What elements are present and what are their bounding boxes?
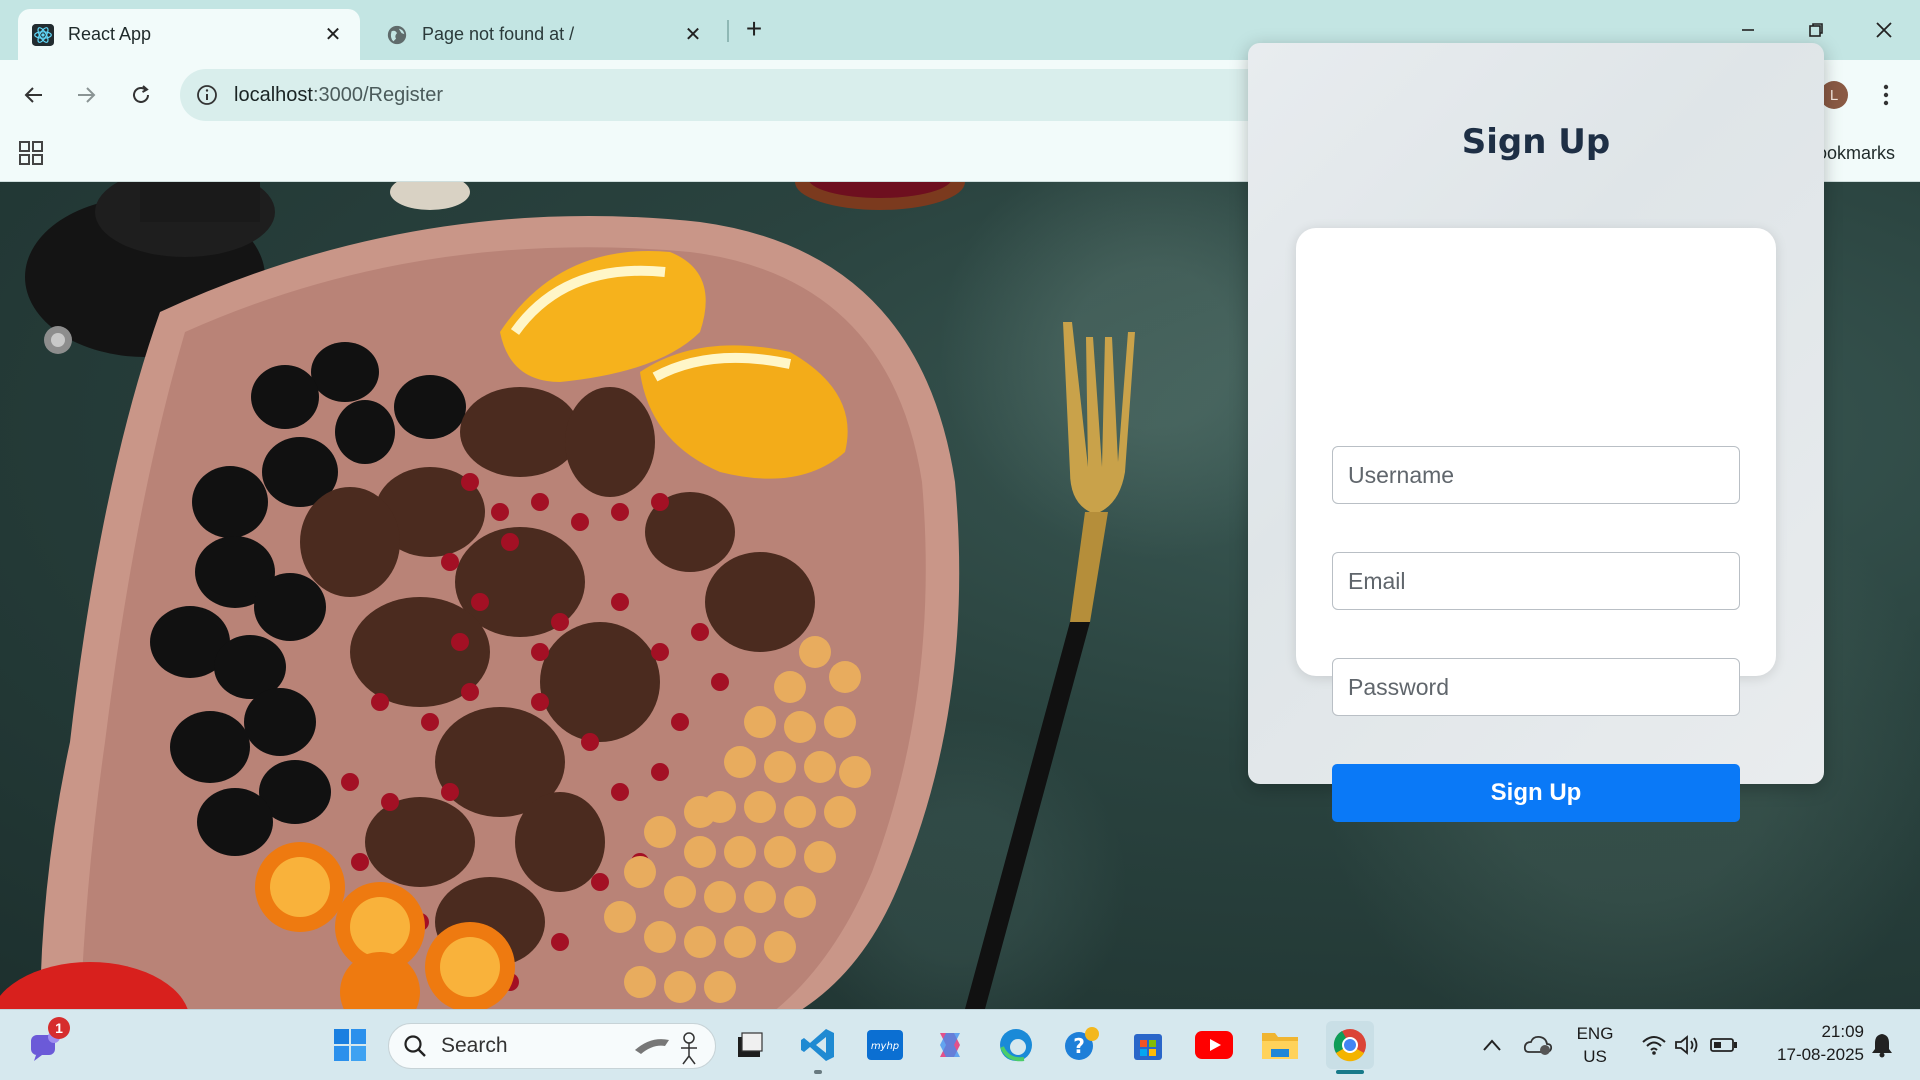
- taskbar: Search myhp ? ENG US 21:09 17-08-2025: [0, 1009, 1920, 1080]
- help-icon: ?: [1065, 1027, 1099, 1060]
- task-view-button[interactable]: [730, 1025, 770, 1065]
- restore-button[interactable]: [1794, 14, 1838, 46]
- copilot-taskbar-button[interactable]: [930, 1025, 970, 1065]
- new-tab-button[interactable]: +: [740, 15, 768, 44]
- chevron-up-icon: [1483, 1039, 1501, 1051]
- chrome-taskbar-button[interactable]: [1326, 1021, 1374, 1069]
- region-code: US: [1583, 1047, 1607, 1066]
- url-path: :3000/Register: [312, 83, 444, 106]
- tab-separator: [727, 20, 729, 42]
- clock-date: 17-08-2025: [1777, 1045, 1864, 1064]
- language-code: ENG: [1576, 1024, 1614, 1043]
- more-vertical-icon: [1883, 84, 1889, 106]
- youtube-icon: [1195, 1031, 1233, 1059]
- search-highlight-icon: [635, 1032, 697, 1065]
- fork: [965, 322, 1135, 1009]
- copilot-icon: [940, 1033, 960, 1057]
- store-icon: [1134, 1034, 1162, 1060]
- site-info-icon[interactable]: [194, 82, 220, 108]
- tab-react-app[interactable]: React App ✕: [18, 9, 360, 60]
- tab-title: Page not found at /: [422, 24, 575, 44]
- vscode-icon: [801, 1029, 834, 1061]
- close-window-button[interactable]: [1862, 14, 1906, 46]
- restore-icon: [1809, 23, 1823, 37]
- email-input[interactable]: [1332, 552, 1740, 610]
- svg-text:?: ?: [1073, 1034, 1085, 1058]
- close-icon: [1876, 22, 1892, 38]
- volume-button[interactable]: [1668, 1025, 1708, 1065]
- password-input[interactable]: [1332, 658, 1740, 716]
- search-label: Search: [441, 1034, 508, 1057]
- page-title: Sign Up: [1461, 122, 1611, 162]
- globe-icon: [387, 25, 407, 44]
- battery-button[interactable]: [1704, 1025, 1744, 1065]
- clock[interactable]: 21:09 17-08-2025: [1754, 1022, 1864, 1065]
- battery-icon: [1710, 1038, 1737, 1052]
- active-app-indicator: [1336, 1070, 1364, 1074]
- onedrive-button[interactable]: [1518, 1025, 1558, 1065]
- store-taskbar-button[interactable]: [1128, 1025, 1168, 1065]
- windows-icon: [334, 1029, 366, 1061]
- edge-taskbar-button[interactable]: [996, 1025, 1036, 1065]
- start-button[interactable]: [330, 1025, 370, 1065]
- edge-icon: [1000, 1029, 1032, 1062]
- close-tab-icon[interactable]: ✕: [680, 22, 706, 48]
- help-taskbar-button[interactable]: ?: [1062, 1025, 1102, 1065]
- myhp-icon: myhp: [867, 1030, 903, 1060]
- sign-up-button[interactable]: Sign Up: [1332, 764, 1740, 822]
- notification-badge: 1: [48, 1017, 70, 1039]
- search-icon: [404, 1035, 426, 1057]
- url-host: localhost: [234, 83, 313, 106]
- browser-menu-button[interactable]: [1870, 79, 1902, 111]
- svg-text:myhp: myhp: [871, 1041, 899, 1052]
- speaker-icon: [1675, 1035, 1698, 1055]
- arrow-left-icon: [24, 87, 42, 103]
- apps-grid-icon[interactable]: [18, 140, 44, 166]
- youtube-taskbar-button[interactable]: [1194, 1025, 1234, 1065]
- avatar: L: [1820, 81, 1848, 109]
- myhp-taskbar-button[interactable]: myhp: [865, 1025, 905, 1065]
- tab-title: React App: [68, 24, 152, 44]
- close-tab-icon[interactable]: ✕: [320, 22, 346, 48]
- notifications-button[interactable]: [1862, 1025, 1902, 1065]
- minimize-icon: [1742, 29, 1754, 31]
- cloud-icon: [1523, 1035, 1553, 1055]
- arrow-right-icon: [78, 87, 96, 103]
- forward-button[interactable]: [70, 79, 102, 111]
- food-background-image: [0, 182, 1135, 1009]
- bell-icon: [1872, 1034, 1892, 1058]
- reload-icon: [133, 85, 149, 103]
- url-text: localhost:3000/Register: [234, 84, 443, 107]
- show-hidden-icons-button[interactable]: [1472, 1025, 1512, 1065]
- back-button[interactable]: [18, 79, 50, 111]
- tab-page-not-found[interactable]: Page not found at / ✕: [372, 9, 720, 60]
- language-indicator[interactable]: ENG US: [1570, 1024, 1620, 1067]
- clock-time: 21:09: [1821, 1022, 1864, 1041]
- chrome-icon: [1333, 1029, 1366, 1062]
- file-explorer-taskbar-button[interactable]: [1260, 1025, 1300, 1065]
- task-view-icon: [738, 1032, 763, 1057]
- reload-button[interactable]: [125, 79, 157, 111]
- minimize-button[interactable]: [1726, 14, 1770, 46]
- username-input[interactable]: [1332, 446, 1740, 504]
- folder-icon: [1262, 1033, 1298, 1059]
- taskbar-search[interactable]: Search: [388, 1023, 716, 1069]
- wifi-icon: [1642, 1036, 1666, 1055]
- running-indicator: [814, 1070, 822, 1074]
- react-icon: [32, 23, 54, 46]
- vscode-taskbar-button[interactable]: [798, 1025, 838, 1065]
